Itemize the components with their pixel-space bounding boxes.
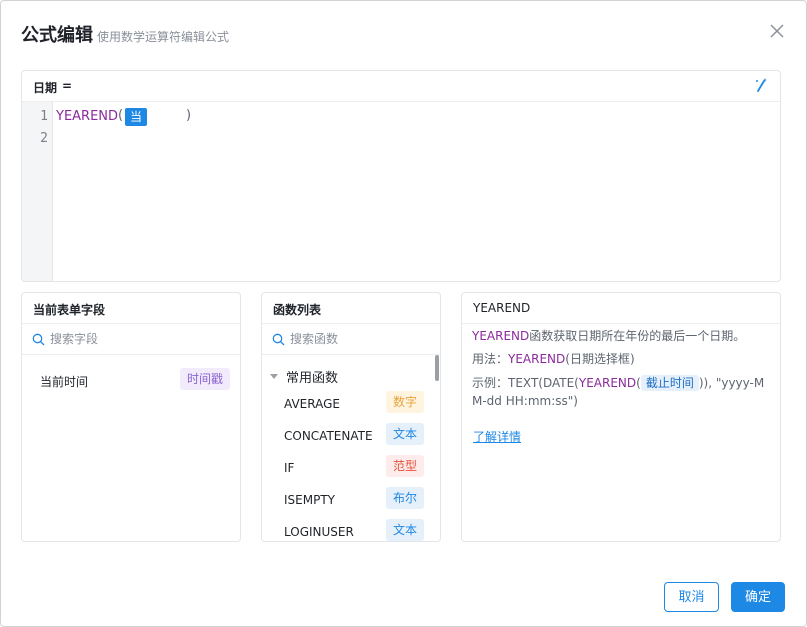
line-number: 1 [40,109,48,124]
function-group-label: 常用函数 [286,371,339,386]
usage-function-name: YEAREND [508,352,566,366]
function-name: AVERAGE [284,397,340,411]
fields-panel-title: 当前表单字段 [33,303,106,317]
code-function-name: YEAREND [56,109,119,124]
functions-panel-title: 函数列表 [273,303,322,317]
function-usage: 用法：YEAREND(日期选择框) [472,350,635,368]
learn-more-link[interactable]: 了解详情 [473,428,521,445]
field-item[interactable]: 当前时间 时间戳 [22,367,240,393]
function-type-tag: 范型 [386,455,425,477]
search-icon [32,333,45,346]
dialog-title: 公式编辑 [21,25,93,46]
example-prefix: TEXT(DATE( [508,376,579,390]
function-list-scrollbar[interactable] [435,355,439,381]
field-type-tag: 时间戳 [180,368,231,390]
close-icon[interactable] [767,21,787,41]
formula-dialog: 公式编辑 使用数学运算符编辑公式 日期 = 1 2 YEAREND ( 当前时间… [0,0,807,627]
confirm-button[interactable]: 确定 [731,582,785,612]
formula-editor[interactable]: 日期 = 1 2 YEAREND ( 当前时间 ) [21,70,781,282]
function-type-tag: 文本 [386,519,425,541]
code-open-paren: ( [118,108,124,123]
cancel-button[interactable]: 取消 [664,582,719,612]
description-text: 函数获取日期所在年份的最后一个日期。 [529,329,746,343]
function-item-loginuser[interactable]: LOGINUSER 文本 [262,519,432,541]
usage-args: (日期选择框) [565,352,635,366]
function-item-isempty[interactable]: ISEMPTY 布尔 [262,487,432,513]
caret-down-icon [270,374,278,379]
detail-divider [462,323,780,324]
example-field-chip: 截止时间 [640,375,699,391]
field-chip[interactable]: 当前时间 [125,108,148,178]
field-name: 当前时间 [40,375,89,389]
field-search [22,323,240,355]
search-icon [272,333,285,346]
example-suffix-1: )), "yyyy-M [698,376,765,390]
usage-label: 用法： [472,352,509,366]
function-detail-panel: YEAREND YEAREND函数获取日期所在年份的最后一个日期。 用法：YEA… [461,292,781,542]
target-field-label: 日期 [33,81,58,95]
function-item-average[interactable]: AVERAGE 数字 [262,391,432,417]
line-number-gutter: 1 2 [22,102,53,281]
function-name: CONCATENATE [284,429,373,443]
function-search-input[interactable] [290,330,420,348]
equals-sign: = [62,79,73,93]
dialog-subtitle: 使用数学运算符编辑公式 [97,30,230,44]
magic-wand-icon[interactable] [753,77,769,93]
function-example: 示例：TEXT(DATE(YEAREND(截止时间)), "yyyy-M M-dd… [472,374,772,410]
example-label: 示例： [472,376,509,390]
function-name: ISEMPTY [284,493,335,507]
function-item-if[interactable]: IF 范型 [262,455,432,481]
function-group-common[interactable]: 常用函数 [270,367,338,386]
function-name: IF [284,461,295,475]
line-number: 2 [40,131,48,146]
field-search-input[interactable] [50,330,200,348]
function-description: YEAREND函数获取日期所在年份的最后一个日期。 [472,327,745,345]
function-item-concatenate[interactable]: CONCATENATE 文本 [262,423,432,449]
editor-header: 日期 = [22,71,780,102]
example-suffix-2: M-dd HH:mm:ss") [472,394,578,408]
code-close-paren: ) [186,108,192,123]
detail-panel-title: YEAREND [473,301,531,315]
form-fields-panel: 当前表单字段 当前时间 时间戳 [21,292,241,542]
function-type-tag: 布尔 [386,487,425,509]
function-type-tag: 文本 [386,423,425,445]
function-name: LOGINUSER [284,525,354,539]
function-type-tag: 数字 [386,391,425,413]
description-function-name: YEAREND [472,329,530,343]
example-function-name: YEAREND [578,376,637,390]
function-search [262,323,440,355]
function-list-panel: 函数列表 常用函数 AVERAGE 数字 CONCATENATE 文本 IF 范… [261,292,441,542]
